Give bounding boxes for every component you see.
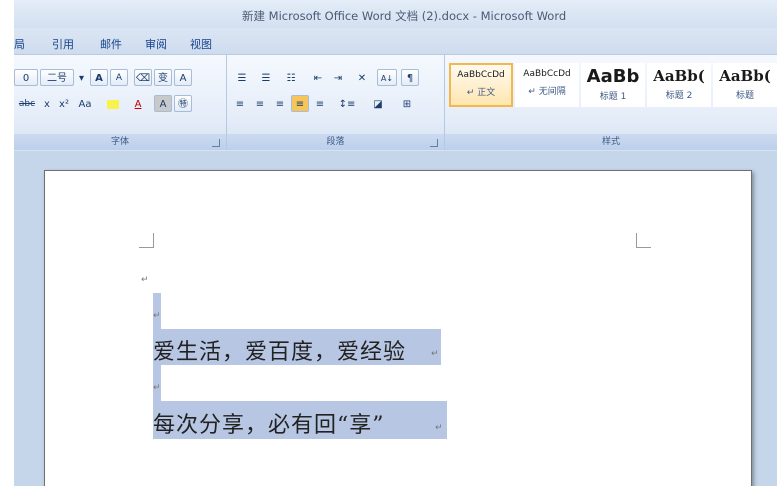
bullets-icon[interactable]: ☰ xyxy=(231,69,253,86)
style-name: ↵ 无间隔 xyxy=(528,87,566,97)
highlight-icon[interactable] xyxy=(100,95,126,112)
subscript-button[interactable]: x xyxy=(40,95,54,112)
numbering-icon[interactable]: ☰ xyxy=(255,69,277,86)
superscript-button[interactable]: x² xyxy=(56,95,72,112)
ribbon-tabs: 局 引用 邮件 审阅 视图 xyxy=(14,28,777,54)
tab-review[interactable]: 审阅 xyxy=(145,36,167,52)
document-line[interactable]: 每次分享，必有回“享” xyxy=(153,407,385,439)
font-group-label: 字体 xyxy=(14,134,226,150)
paragraph-mark: ↵ xyxy=(153,311,161,321)
title-bar: 新建 Microsoft Office Word 文档 (2).docx - M… xyxy=(14,0,777,28)
paragraph-mark: ↵ xyxy=(431,349,439,359)
tab-view[interactable]: 视图 xyxy=(190,36,212,52)
tab-layout[interactable]: 局 xyxy=(14,36,25,52)
increase-indent-icon[interactable]: ⇥ xyxy=(329,69,347,86)
change-case-button[interactable]: Aa xyxy=(74,95,96,112)
margin-corner-top-right xyxy=(636,233,651,248)
distributed-icon[interactable]: ≡ xyxy=(311,95,329,112)
ribbon: 0 二号 ▾ A A ⌫ 变 A abc x x² Aa A A ㊕ 字体 ☰ … xyxy=(14,54,777,152)
style-sample: AaBb( xyxy=(653,67,705,85)
style-name: ↵ 正文 xyxy=(466,88,496,98)
pinyin-button[interactable]: 变 xyxy=(154,69,172,86)
shading-icon[interactable]: ◪ xyxy=(365,95,391,112)
style-sample: AaBb xyxy=(586,66,640,87)
style-name: 标题 2 xyxy=(665,91,693,101)
font-group: 0 二号 ▾ A A ⌫ 变 A abc x x² Aa A A ㊕ 字体 xyxy=(14,55,227,150)
align-right-icon[interactable]: ≡ xyxy=(271,95,289,112)
paragraph-dialog-launcher-icon[interactable] xyxy=(430,139,438,147)
style-heading-2[interactable]: AaBb( 标题 2 xyxy=(647,63,711,107)
enclose-char-button[interactable]: ㊕ xyxy=(174,95,192,112)
style-title[interactable]: AaBb( 标题 xyxy=(713,63,777,107)
grow-font-button[interactable]: A xyxy=(90,69,108,86)
document-line[interactable]: 爱生活，爱百度，爱经验 xyxy=(153,334,406,366)
word-window: 新建 Microsoft Office Word 文档 (2).docx - M… xyxy=(14,0,777,486)
char-shading-button[interactable]: A xyxy=(154,95,172,112)
paragraph-mark: ↵ xyxy=(435,423,443,433)
decrease-indent-icon[interactable]: ⇤ xyxy=(309,69,327,86)
sort-button[interactable]: A↓ xyxy=(377,69,397,86)
show-marks-icon[interactable]: ¶ xyxy=(401,69,419,86)
line-spacing-icon[interactable]: ↕≡ xyxy=(335,95,359,112)
paragraph-group: ☰ ☰ ☷ ⇤ ⇥ ✕ A↓ ¶ ≡ ≡ ≡ ≡ ≡ ↕≡ ◪ ⊞ 段落 xyxy=(227,55,445,150)
clear-format-icon[interactable]: ⌫ xyxy=(134,69,152,86)
strikethrough-button[interactable]: abc xyxy=(16,95,38,112)
tab-mailings[interactable]: 邮件 xyxy=(100,36,122,52)
style-no-spacing[interactable]: AaBbCcDd ↵ 无间隔 xyxy=(515,63,579,107)
char-border-button[interactable]: A xyxy=(174,69,192,86)
font-color-button[interactable]: A xyxy=(128,95,148,112)
font-size-dropdown-icon[interactable]: ▾ xyxy=(76,69,87,86)
style-sample: AaBbCcDd xyxy=(523,69,571,79)
chinese-layout-icon[interactable]: ✕ xyxy=(351,69,373,86)
font-size-box[interactable]: 二号 xyxy=(40,69,74,86)
align-center-icon[interactable]: ≡ xyxy=(251,95,269,112)
styles-group-label: 样式 xyxy=(445,134,777,150)
style-name: 标题 1 xyxy=(599,92,627,102)
multilevel-list-icon[interactable]: ☷ xyxy=(279,69,303,86)
document-page[interactable]: ↵ ↵ 爱生活，爱百度，爱经验 ↵ ↵ 每次分享，必有回“享” ↵ xyxy=(44,170,752,486)
font-name-box[interactable]: 0 xyxy=(14,69,38,86)
paragraph-mark: ↵ xyxy=(141,275,149,285)
style-heading-1[interactable]: AaBb 标题 1 xyxy=(581,63,645,107)
justify-icon[interactable]: ≡ xyxy=(291,95,309,112)
window-title: 新建 Microsoft Office Word 文档 (2).docx - M… xyxy=(242,9,567,23)
paragraph-mark: ↵ xyxy=(153,383,161,393)
font-dialog-launcher-icon[interactable] xyxy=(212,139,220,147)
style-sample: AaBb( xyxy=(719,67,771,85)
document-area: ↵ ↵ 爱生活，爱百度，爱经验 ↵ ↵ 每次分享，必有回“享” ↵ xyxy=(14,151,777,486)
style-sample: AaBbCcDd xyxy=(457,70,505,80)
align-left-icon[interactable]: ≡ xyxy=(231,95,249,112)
borders-icon[interactable]: ⊞ xyxy=(393,95,421,112)
paragraph-group-label: 段落 xyxy=(227,134,444,150)
style-name: 标题 xyxy=(735,91,754,101)
styles-group: AaBbCcDd ↵ 正文 AaBbCcDd ↵ 无间隔 AaBb 标题 1 A… xyxy=(445,55,777,150)
margin-corner-top-left xyxy=(139,233,154,248)
shrink-font-button[interactable]: A xyxy=(110,69,128,86)
tab-references[interactable]: 引用 xyxy=(52,36,74,52)
style-normal[interactable]: AaBbCcDd ↵ 正文 xyxy=(449,63,513,107)
